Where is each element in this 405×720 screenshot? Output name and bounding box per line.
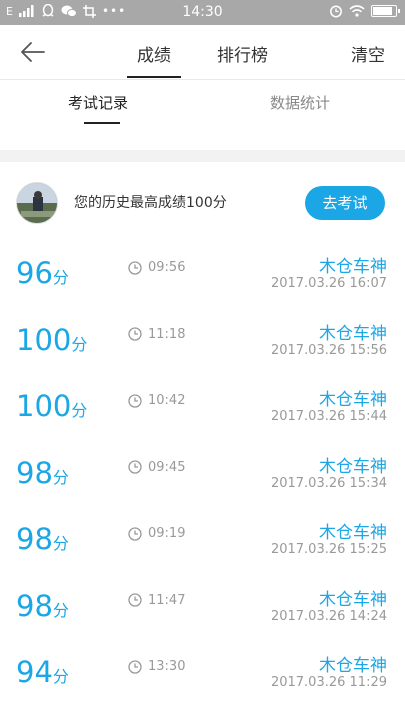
nav-tabs: 成绩 排行榜	[0, 41, 405, 78]
record-row[interactable]: 96分 09:56 木仓车神 2017.03.26 16:07	[0, 250, 405, 316]
clock-icon	[128, 393, 142, 408]
record-date: 2017.03.26 16:07	[270, 276, 387, 291]
score-unit: 分	[52, 600, 69, 620]
start-exam-button[interactable]: 去考试	[305, 186, 385, 220]
battery-icon	[371, 5, 400, 17]
clear-button[interactable]: 清空	[351, 41, 385, 66]
record-row[interactable]: 98分 11:47 木仓车神 2017.03.26 14:24	[0, 583, 405, 649]
record-row[interactable]: 94分 13:30 木仓车神 2017.03.26 11:29	[0, 649, 405, 715]
subtab-active-indicator	[84, 122, 120, 124]
top-navbar: 成绩 排行榜 清空	[0, 25, 405, 79]
score-value: 98	[16, 455, 53, 490]
best-score-row: 您的历史最高成绩100分 去考试	[0, 180, 405, 230]
record-row[interactable]: 100分 10:42 木仓车神 2017.03.26 15:44	[0, 383, 405, 449]
user-name: 木仓车神	[319, 523, 387, 543]
score: 94分	[16, 655, 69, 689]
clock-icon	[128, 460, 142, 474]
score: 98分	[16, 589, 69, 623]
score-value: 100	[16, 389, 72, 423]
duration: 09:19	[128, 526, 185, 541]
score-value: 98	[16, 588, 53, 623]
sub-tabs: 考试记录 数据统计	[0, 79, 405, 124]
score: 100分	[16, 389, 87, 423]
wifi-icon	[349, 5, 365, 17]
best-score-text: 您的历史最高成绩100分	[74, 195, 227, 211]
score-value: 94	[16, 655, 53, 689]
score: 98分	[16, 522, 69, 556]
duration-text: 09:19	[148, 526, 186, 541]
score-value: 100	[16, 322, 72, 357]
record-date: 2017.03.26 15:56	[270, 342, 387, 358]
record-date: 2017.03.26 14:24	[270, 608, 387, 624]
record-date: 2017.03.26 15:34	[270, 475, 387, 491]
user-name: 木仓车神	[319, 456, 387, 477]
duration-text: 10:42	[148, 393, 186, 408]
score: 96分	[16, 256, 69, 290]
status-bar: E ••• 14:30	[0, 0, 405, 25]
score-value: 98	[16, 522, 53, 556]
clock-icon	[128, 659, 142, 674]
score-unit: 分	[52, 534, 69, 553]
duration: 13:30	[128, 659, 185, 674]
record-row[interactable]: 98分 09:45 木仓车神 2017.03.26 15:34	[0, 450, 405, 516]
clock-icon	[128, 526, 142, 541]
user-name: 木仓车神	[319, 589, 387, 610]
status-right-icons	[329, 4, 400, 18]
user-name: 木仓车神	[319, 257, 387, 277]
score-unit: 分	[71, 334, 88, 354]
avatar-image	[17, 183, 57, 223]
subtab-statistics[interactable]: 数据统计	[270, 92, 330, 113]
record-row[interactable]: 98分 09:19 木仓车神 2017.03.26 15:25	[0, 516, 405, 582]
record-row[interactable]: 100分 11:18 木仓车神 2017.03.26 15:56	[0, 317, 405, 383]
duration-text: 11:18	[148, 326, 186, 342]
avatar[interactable]	[16, 182, 58, 224]
user-name: 木仓车神	[319, 323, 387, 344]
section-divider	[0, 150, 405, 162]
duration-text: 13:30	[148, 659, 186, 674]
score: 98分	[16, 456, 69, 490]
duration: 09:56	[128, 260, 185, 275]
clock-icon	[128, 260, 142, 275]
score-unit: 分	[71, 401, 88, 420]
user-name: 木仓车神	[319, 656, 387, 676]
score-unit: 分	[52, 268, 69, 287]
score: 100分	[16, 323, 87, 357]
score-unit: 分	[52, 467, 69, 487]
duration: 11:18	[128, 327, 185, 342]
record-date: 2017.03.26 15:44	[270, 409, 387, 424]
duration-text: 09:45	[148, 459, 186, 475]
score-value: 96	[16, 256, 53, 290]
record-date: 2017.03.26 15:25	[270, 542, 387, 557]
duration: 11:47	[128, 593, 185, 608]
tab-scores[interactable]: 成绩	[127, 41, 181, 78]
record-date: 2017.03.26 11:29	[270, 675, 387, 690]
tab-leaderboard[interactable]: 排行榜	[207, 41, 278, 77]
duration: 09:45	[128, 460, 185, 475]
clock-icon	[128, 593, 142, 607]
score-unit: 分	[52, 667, 69, 686]
duration-text: 09:56	[148, 260, 186, 275]
clock-icon	[128, 327, 142, 341]
user-name: 木仓车神	[319, 390, 387, 410]
alarm-icon	[330, 5, 342, 18]
duration-text: 11:47	[148, 592, 186, 608]
subtab-exam-records[interactable]: 考试记录	[68, 92, 128, 113]
duration: 10:42	[128, 393, 185, 408]
